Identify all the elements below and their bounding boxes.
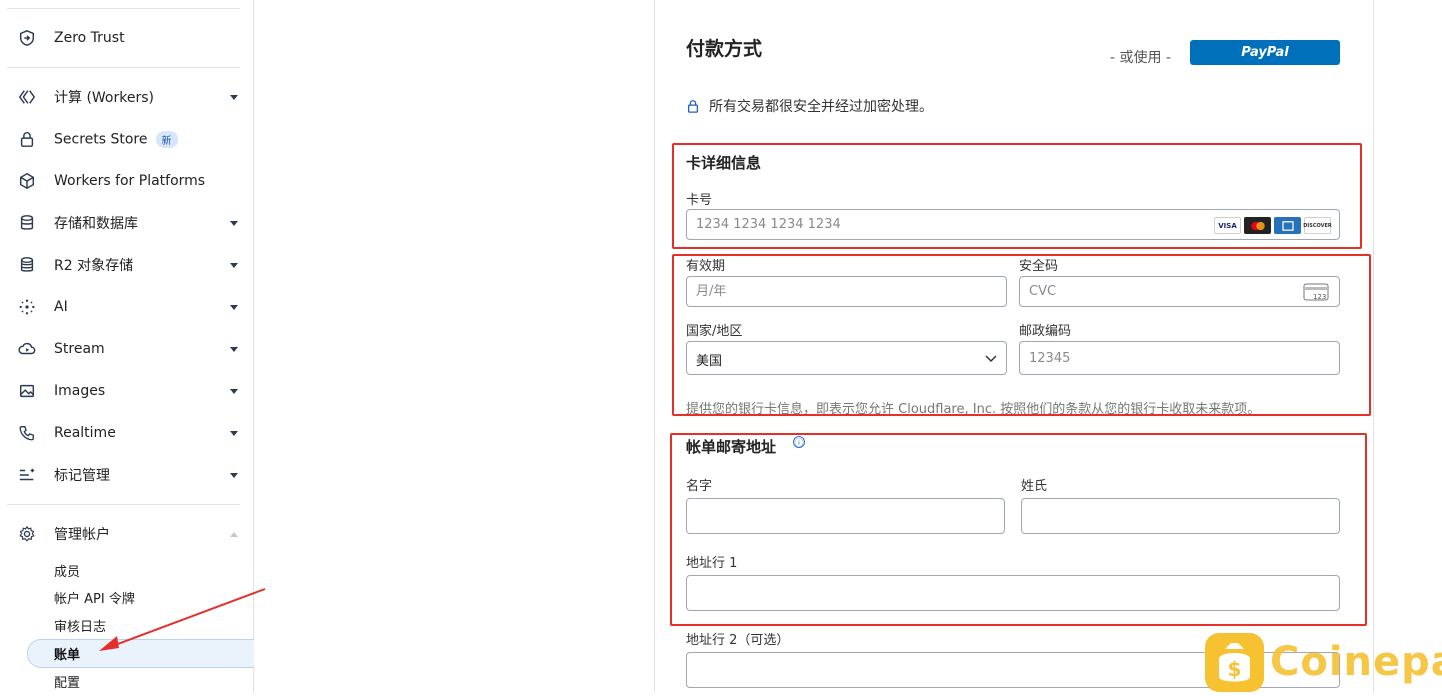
first-name-field[interactable]: [686, 498, 1005, 534]
cvc-label: 安全码: [1019, 259, 1059, 274]
sidebar-item-tag-management[interactable]: 标记管理: [0, 457, 253, 493]
country-select[interactable]: 美国: [686, 341, 1007, 375]
sidebar-item-label: Stream: [54, 341, 105, 357]
image-icon: [17, 381, 37, 401]
caret-down-icon: [230, 388, 238, 394]
caret-up-icon: [230, 531, 238, 537]
cvc-card-icon: 123: [1303, 283, 1329, 301]
visa-logo-icon: VISA: [1214, 217, 1241, 234]
billing-address-heading: 帐单邮寄地址: [686, 438, 777, 456]
first-name-label: 名字: [686, 479, 713, 494]
amex-logo-icon: [1274, 217, 1301, 234]
lock-icon: [17, 129, 37, 149]
last-name-label: 姓氏: [1021, 479, 1048, 494]
paypal-button[interactable]: PayPal: [1190, 40, 1340, 65]
cloud-play-icon: [17, 339, 37, 359]
sidebar-item-label: Workers for Platforms: [54, 173, 206, 189]
payment-method-title: 付款方式: [686, 38, 763, 60]
caret-down-icon: [230, 94, 238, 100]
caret-down-icon: [230, 430, 238, 436]
country-selected-value: 美国: [696, 354, 723, 369]
workers-icon: [17, 87, 37, 107]
caret-down-icon: [230, 262, 238, 268]
sidebar-subitem-label: 账单: [54, 648, 81, 663]
shield-arrow-icon: [17, 28, 37, 48]
mastercard-logo-icon: [1244, 217, 1271, 234]
gear-icon: [17, 524, 37, 544]
sidebar-subitem-configuration[interactable]: 配置: [54, 672, 80, 691]
info-icon[interactable]: ⓘ: [793, 436, 805, 449]
sidebar-item-label: 管理帐户: [54, 527, 110, 543]
expiry-field[interactable]: [686, 276, 1007, 307]
sidebar-item-label: 存储和数据库: [54, 216, 138, 232]
caret-down-icon: [230, 304, 238, 310]
sidebar-item-storage-databases[interactable]: 存储和数据库: [0, 205, 253, 241]
country-label: 国家/地区: [686, 324, 743, 339]
caret-down-icon: [230, 220, 238, 226]
tag-list-icon: [17, 465, 37, 485]
lock-icon: [687, 100, 699, 113]
zip-label: 邮政编码: [1019, 324, 1072, 339]
first-name-input[interactable]: [687, 499, 1004, 533]
sidebar-item-label: Realtime: [54, 425, 116, 441]
expiry-input[interactable]: [687, 277, 1006, 306]
sidebar-item-label: Secrets Store: [54, 131, 148, 147]
sparkle-icon: [17, 297, 37, 317]
card-details-heading: 卡详细信息: [686, 154, 762, 172]
watermark-logo-icon: $: [1205, 633, 1264, 692]
sidebar-item-manage-account[interactable]: 管理帐户: [0, 516, 253, 552]
sidebar-item-images[interactable]: Images: [0, 373, 253, 409]
card-number-field[interactable]: VISA DISCOVER: [686, 209, 1340, 240]
zip-input[interactable]: [1020, 342, 1339, 374]
secure-text: 所有交易都很安全并经过加密处理。: [709, 99, 933, 115]
card-number-label: 卡号: [686, 193, 713, 208]
watermark-text: Coinepay: [1270, 639, 1442, 685]
sidebar-subitem-members[interactable]: 成员: [54, 561, 80, 580]
sidebar-item-zero-trust[interactable]: Zero Trust: [0, 20, 253, 56]
expiry-label: 有效期: [686, 259, 726, 274]
address-line2-label: 地址行 2（可选）: [686, 633, 790, 648]
sidebar-item-compute-workers[interactable]: 计算 (Workers): [0, 79, 253, 115]
sidebar-item-secrets-store[interactable]: Secrets Store 新: [0, 121, 253, 157]
sidebar-item-label: R2 对象存储: [54, 258, 134, 274]
caret-down-icon: [230, 472, 238, 478]
sidebar-item-label: Zero Trust: [54, 30, 125, 46]
address-line1-input[interactable]: [687, 576, 1339, 610]
or-use-label: - 或使用 -: [1110, 50, 1172, 66]
cvc-field[interactable]: 123: [1019, 276, 1340, 307]
sidebar-item-label: Images: [54, 383, 106, 399]
last-name-field[interactable]: [1021, 498, 1340, 534]
sidebar-item-label: AI: [54, 299, 68, 315]
sidebar-item-stream[interactable]: Stream: [0, 331, 253, 367]
secure-notice: 所有交易都很安全并经过加密处理。: [686, 96, 933, 116]
phone-icon: [17, 423, 37, 443]
zip-field[interactable]: [1019, 341, 1340, 375]
address-line1-label: 地址行 1: [686, 556, 738, 571]
sidebar-item-workers-for-platforms[interactable]: Workers for Platforms: [0, 163, 253, 199]
r2-storage-icon: [17, 255, 37, 275]
sidebar-item-label: 计算 (Workers): [54, 90, 154, 106]
sidebar-divider: [7, 8, 240, 9]
cube-icon: [17, 171, 37, 191]
new-badge: 新: [155, 130, 178, 148]
sidebar-item-label: 标记管理: [54, 468, 110, 484]
cvc-input[interactable]: [1020, 277, 1339, 306]
sidebar-item-label-wrap: Secrets Store 新: [54, 130, 178, 148]
chevron-down-icon: [985, 355, 997, 363]
annotation-arrow: [99, 588, 266, 651]
svg-text:$: $: [1228, 657, 1242, 681]
card-brand-logos: VISA DISCOVER: [1214, 217, 1332, 234]
sidebar-item-r2-storage[interactable]: R2 对象存储: [0, 247, 253, 283]
discover-logo-icon: DISCOVER: [1303, 217, 1332, 234]
database-icon: [17, 213, 37, 233]
cvc-card-number: 123: [1313, 293, 1326, 301]
caret-down-icon: [230, 346, 238, 352]
sidebar-item-realtime[interactable]: Realtime: [0, 415, 253, 451]
sidebar-divider: [7, 67, 240, 68]
sidebar-divider: [7, 504, 240, 505]
address-line1-field[interactable]: [686, 575, 1340, 611]
sidebar-item-ai[interactable]: AI: [0, 289, 253, 325]
card-authorization-notice: 提供您的银行卡信息，即表示您允许 Cloudflare, Inc. 按照他们的条…: [686, 402, 1261, 417]
last-name-input[interactable]: [1022, 499, 1339, 533]
